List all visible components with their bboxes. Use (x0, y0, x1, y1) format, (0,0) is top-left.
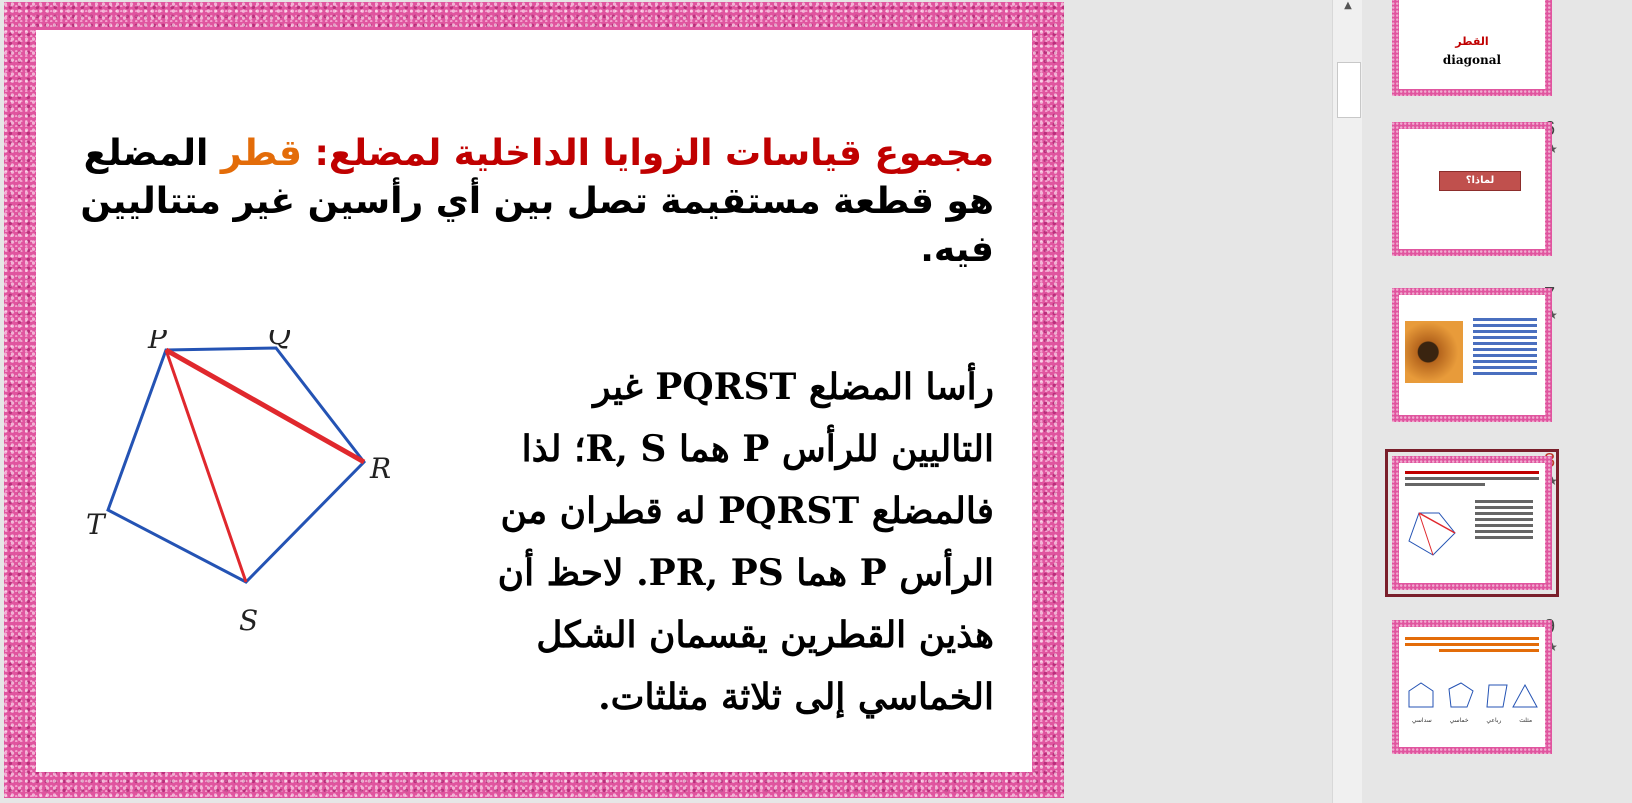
slide-thumbnail-selected[interactable] (1385, 449, 1559, 597)
vertex-label-s: S (239, 604, 258, 637)
vertex-label-r: R (369, 452, 391, 485)
thumb-title: القطر (1455, 35, 1489, 48)
scroll-up-icon[interactable]: ▲ (1338, 0, 1358, 12)
body-line: رأسا المضلع PQRST غير (593, 366, 994, 408)
slide-thumbnail[interactable]: سداسي خماسي رباعي مثلث (1392, 620, 1552, 754)
pentagon-diagram: P Q R S T (86, 330, 391, 637)
title-red-text: مجموع قياسات الزوايا الداخلية لمضلع: (314, 133, 994, 174)
body-line: التاليين للرأس P هما R, S؛ لذا (521, 428, 994, 470)
title-orange-text: قطر (220, 133, 302, 174)
slide-thumbnail[interactable] (1392, 288, 1552, 422)
slide-canvas[interactable]: مجموع قياسات الزوايا الداخلية لمضلع: قطر… (36, 30, 1032, 772)
thumb-label: مثلث (1519, 717, 1533, 724)
thumbnail-canvas: لماذا؟ (1399, 129, 1545, 249)
body-line: الرأس P هما PR, PS. لاحظ أن (497, 552, 994, 594)
body-line: الخماسي إلى ثلاثة مثلثات. (598, 676, 994, 718)
thumb-text-block (1467, 315, 1543, 375)
thumbnail-canvas (1399, 463, 1545, 583)
slide-thumbnail[interactable]: لماذا؟ (1392, 122, 1552, 256)
slide-title: مجموع قياسات الزوايا الداخلية لمضلع: قطر… (34, 130, 994, 274)
thumbnail-canvas (1399, 295, 1545, 415)
body-line: هذين القطرين يقسمان الشكل (536, 614, 994, 656)
vertex-label-p: P (147, 330, 168, 355)
thumb-pentagon-icon (1408, 512, 1456, 556)
scroll-thumb[interactable] (1337, 62, 1361, 118)
thumb-subtitle: diagonal (1442, 53, 1502, 67)
diagonal-pr (164, 347, 366, 465)
vertex-label-q: Q (268, 330, 291, 351)
body-line: فالمضلع PQRST له قطران من (500, 490, 994, 532)
slide-body: رأسا المضلع PQRST غير التاليين للرأس P ه… (434, 356, 994, 728)
thumb-polygons-icon (1408, 682, 1538, 708)
slide-thumbnail-pane[interactable]: القطر diagonal 6 ★ لماذا؟ 7 ★ (1362, 0, 1632, 803)
thumb-label: رباعي (1486, 717, 1502, 724)
slide-border: مجموع قياسات الزوايا الداخلية لمضلع: قطر… (4, 2, 1064, 798)
pentagon-outline (106, 346, 366, 584)
thumb-shape-labels: سداسي خماسي رباعي مثلث (1403, 717, 1541, 724)
slide-editor[interactable]: مجموع قياسات الزوايا الداخلية لمضلع: قطر… (0, 0, 1332, 803)
slide-thumbnail[interactable]: القطر diagonal (1392, 0, 1552, 96)
title-line-2: هو قطعة مستقيمة تصل بين أي رأسين غير متت… (80, 181, 994, 222)
thumb-why-button: لماذا؟ (1439, 171, 1521, 191)
thumb-label: سداسي (1411, 717, 1432, 724)
vertical-scrollbar[interactable]: ▲ (1332, 0, 1363, 803)
vertex-label-t: T (86, 508, 107, 541)
thumbnail-canvas: القطر diagonal (1399, 0, 1545, 89)
thumb-label: خماسي (1449, 717, 1469, 724)
honeycomb-image (1405, 321, 1463, 383)
thumbnail-canvas: سداسي خماسي رباعي مثلث (1399, 627, 1545, 747)
title-line-3: فيه. (920, 229, 994, 270)
title-black-text: المضلع (83, 133, 209, 174)
